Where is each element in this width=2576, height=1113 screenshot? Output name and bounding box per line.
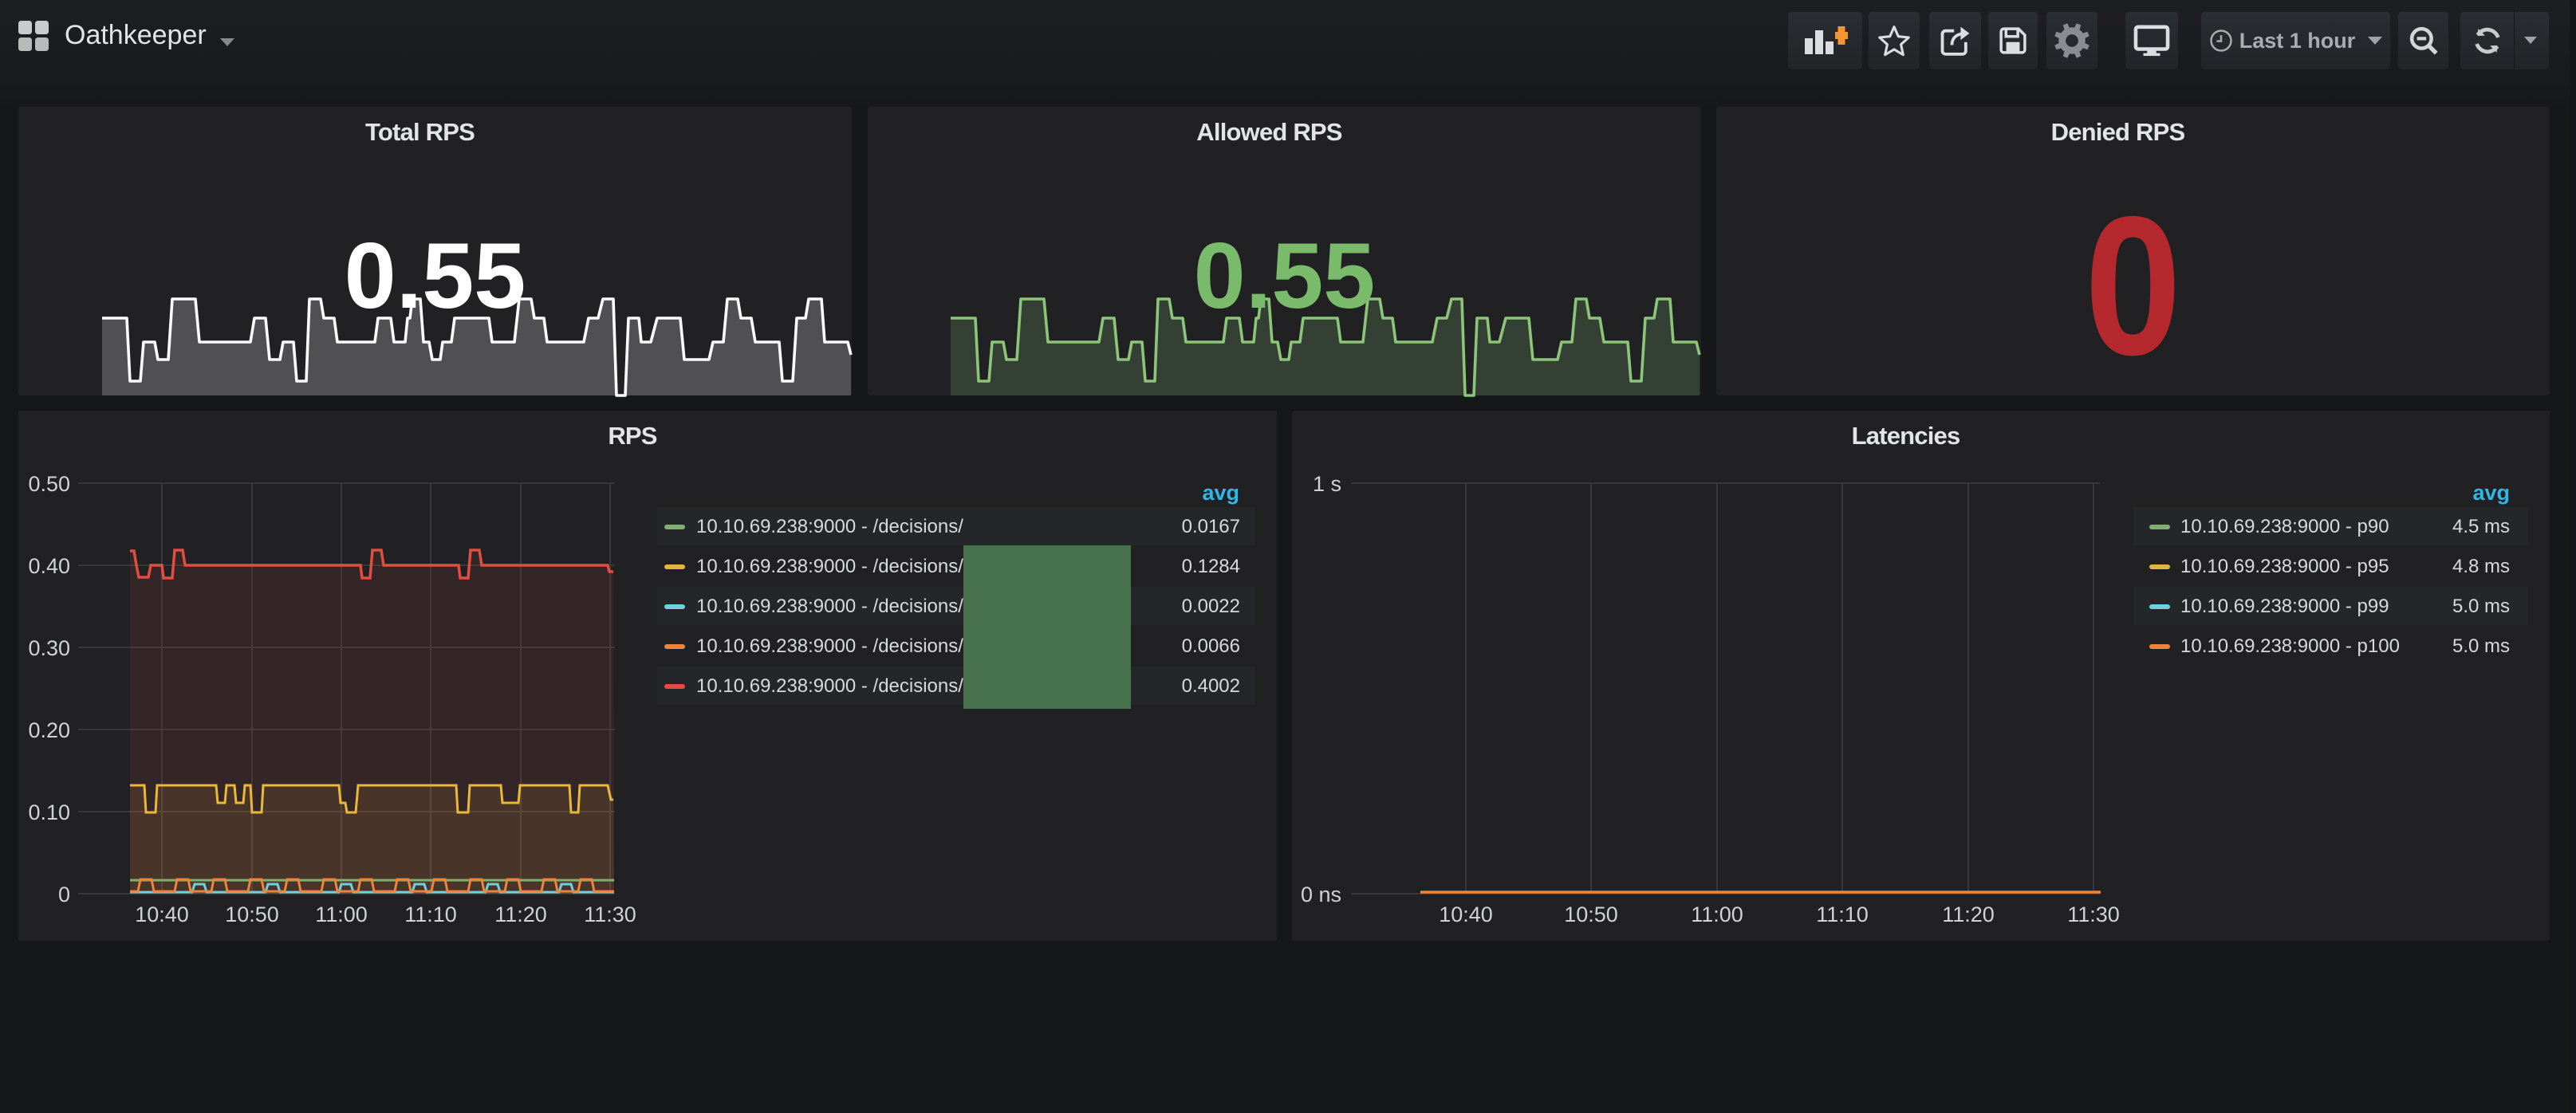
svg-text:11:20: 11:20 (494, 903, 547, 926)
svg-text:11:10: 11:10 (1816, 903, 1869, 926)
svg-text:0.40: 0.40 (28, 554, 70, 578)
svg-text:0: 0 (58, 883, 70, 907)
svg-text:11:00: 11:00 (1691, 903, 1743, 926)
svg-text:11:30: 11:30 (2067, 903, 2120, 926)
svg-text:0.10: 0.10 (28, 800, 70, 824)
svg-text:0.20: 0.20 (28, 718, 70, 742)
svg-text:10:50: 10:50 (1564, 903, 1618, 926)
svg-text:11:20: 11:20 (1942, 903, 1995, 926)
svg-text:11:10: 11:10 (404, 903, 457, 926)
svg-text:0 ns: 0 ns (1301, 883, 1341, 907)
svg-text:11:00: 11:00 (315, 903, 368, 926)
svg-text:10:40: 10:40 (135, 903, 189, 926)
svg-text:0.30: 0.30 (28, 636, 70, 660)
svg-text:10:50: 10:50 (225, 903, 279, 926)
svg-text:11:30: 11:30 (584, 903, 636, 926)
svg-text:10:40: 10:40 (1439, 903, 1493, 926)
